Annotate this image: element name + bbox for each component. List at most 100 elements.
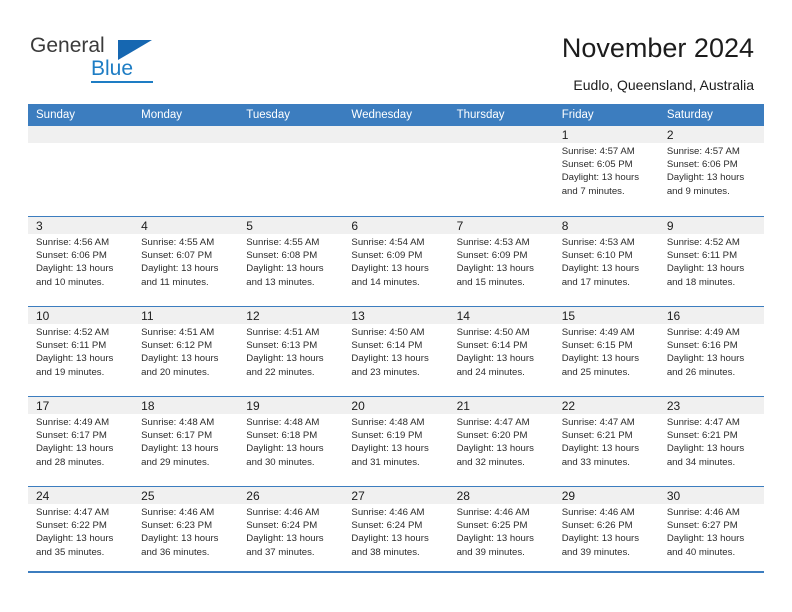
day-number: 16 xyxy=(666,309,681,323)
day-sun-info: Sunrise: 4:48 AM Sunset: 6:18 PM Daylight:… xyxy=(246,416,339,469)
day-sun-info: Sunrise: 4:55 AM Sunset: 6:07 PM Daylight:… xyxy=(141,236,234,289)
day-number: 18 xyxy=(141,399,155,413)
calendar-day-cell[interactable]: 1 Sunrise: 4:57 AM Sunset: 6:05 PM Daylight… xyxy=(553,126,659,215)
weekday-header-saturday: Saturday xyxy=(666,109,713,121)
calendar-day-cell[interactable]: 16 Sunrise: 4:49 AM Sunset: 6:16 PM Dayligh… xyxy=(658,307,764,396)
sunset-time: Sunset: 6:06 PM xyxy=(36,250,107,262)
day-number-band xyxy=(133,126,239,143)
calendar-day-cell[interactable]: 15 Sunrise: 4:49 AM Sunset: 6:15 PM Dayligh… xyxy=(553,307,659,396)
daylight-duration-line2: and 26 minutes. xyxy=(666,366,736,378)
day-number: 13 xyxy=(351,309,365,323)
daylight-duration-line2: and 30 minutes. xyxy=(246,456,315,468)
day-sun-info: Sunrise: 4:57 AM Sunset: 6:05 PM Daylight:… xyxy=(562,145,655,198)
daylight-duration-line1: Daylight: 13 hours xyxy=(246,443,324,455)
page-header: General Blue November 2024 Eudlo, Queens… xyxy=(0,0,792,100)
calendar-day-cell[interactable]: 13 Sunrise: 4:50 AM Sunset: 6:14 PM Dayligh… xyxy=(343,307,449,396)
calendar-day-cell[interactable]: 25 Sunrise: 4:46 AM Sunset: 6:23 PM Dayligh… xyxy=(133,487,239,576)
day-sun-info: Sunrise: 4:54 AM Sunset: 6:09 PM Daylight:… xyxy=(351,236,444,289)
day-number-band xyxy=(448,217,554,234)
daylight-duration-line1: Daylight: 13 hours xyxy=(36,353,114,365)
day-number-band xyxy=(238,217,344,234)
daylight-duration-line1: Daylight: 13 hours xyxy=(456,353,534,365)
calendar-day-cell[interactable]: 6 Sunrise: 4:54 AM Sunset: 6:09 PM Daylight… xyxy=(343,217,449,306)
daylight-duration-line1: Daylight: 13 hours xyxy=(561,263,640,275)
weekday-header-monday: Monday xyxy=(141,109,183,121)
daylight-duration-line2: and 23 minutes. xyxy=(351,366,420,378)
sunrise-time: Sunrise: 4:54 AM xyxy=(351,237,425,248)
daylight-duration-line1: Daylight: 13 hours xyxy=(141,443,219,455)
sunrise-time: Sunrise: 4:47 AM xyxy=(456,417,530,428)
calendar-day-cell[interactable]: 5 Sunrise: 4:55 AM Sunset: 6:08 PM Daylight… xyxy=(238,217,344,306)
day-sun-info: Sunrise: 4:57 AM Sunset: 6:06 PM Daylight:… xyxy=(667,145,760,198)
calendar-day-cell[interactable]: 21 Sunrise: 4:47 AM Sunset: 6:20 PM Dayligh… xyxy=(448,397,554,486)
calendar-day-cell[interactable]: 14 Sunrise: 4:50 AM Sunset: 6:14 PM Dayligh… xyxy=(448,307,554,396)
calendar-day-cell[interactable]: 30 Sunrise: 4:46 AM Sunset: 6:27 PM Dayligh… xyxy=(658,487,764,576)
sunrise-time: Sunrise: 4:48 AM xyxy=(246,417,320,428)
day-number: 19 xyxy=(246,399,260,413)
sunrise-time: Sunrise: 4:50 AM xyxy=(456,327,530,338)
daylight-duration-line1: Daylight: 13 hours xyxy=(351,533,429,545)
calendar-day-cell[interactable]: 18 Sunrise: 4:48 AM Sunset: 6:17 PM Dayligh… xyxy=(133,397,239,486)
calendar-day-cell[interactable]: 8 Sunrise: 4:53 AM Sunset: 6:10 PM Daylight… xyxy=(553,217,659,306)
day-number: 24 xyxy=(36,489,50,503)
calendar-day-cell[interactable]: 7 Sunrise: 4:53 AM Sunset: 6:09 PM Daylight… xyxy=(448,217,554,306)
weekday-header-row: Sunday Monday Tuesday Wednesday Thursday… xyxy=(28,104,764,126)
daylight-duration-line1: Daylight: 13 hours xyxy=(246,353,324,365)
day-sun-info: Sunrise: 4:46 AM Sunset: 6:24 PM Daylight:… xyxy=(246,506,339,559)
daylight-duration-line1: Daylight: 13 hours xyxy=(246,533,324,545)
sunset-time: Sunset: 6:09 PM xyxy=(456,250,528,262)
sunset-time: Sunset: 6:06 PM xyxy=(666,159,738,171)
day-sun-info: Sunrise: 4:46 AM Sunset: 6:23 PM Daylight:… xyxy=(141,506,234,559)
calendar-day-cell[interactable]: 29 Sunrise: 4:46 AM Sunset: 6:26 PM Dayligh… xyxy=(553,487,659,576)
daylight-duration-line1: Daylight: 13 hours xyxy=(561,172,640,184)
day-number: 20 xyxy=(351,399,365,413)
calendar-day-cell[interactable]: 26 Sunrise: 4:46 AM Sunset: 6:24 PM Dayligh… xyxy=(238,487,344,576)
calendar-day-cell[interactable]: 17 Sunrise: 4:49 AM Sunset: 6:17 PM Dayligh… xyxy=(28,397,134,486)
daylight-duration-line2: and 9 minutes. xyxy=(666,185,730,197)
calendar-day-cell[interactable]: 28 Sunrise: 4:46 AM Sunset: 6:25 PM Dayligh… xyxy=(448,487,554,576)
calendar-day-cell[interactable]: 9 Sunrise: 4:52 AM Sunset: 6:11 PM Daylight… xyxy=(658,217,764,306)
calendar-day-cell[interactable]: 22 Sunrise: 4:47 AM Sunset: 6:21 PM Dayligh… xyxy=(553,397,659,486)
calendar-day-cell-empty xyxy=(238,126,344,215)
day-sun-info: Sunrise: 4:48 AM Sunset: 6:17 PM Daylight:… xyxy=(141,416,234,469)
calendar-day-cell[interactable]: 12 Sunrise: 4:51 AM Sunset: 6:13 PM Dayligh… xyxy=(238,307,344,396)
calendar-day-cell[interactable]: 4 Sunrise: 4:55 AM Sunset: 6:07 PM Daylight… xyxy=(133,217,239,306)
calendar-day-cell[interactable]: 10 Sunrise: 4:52 AM Sunset: 6:11 PM Dayligh… xyxy=(28,307,134,396)
sunrise-time: Sunrise: 4:55 AM xyxy=(141,237,215,248)
daylight-duration-line1: Daylight: 13 hours xyxy=(246,263,324,275)
daylight-duration-line1: Daylight: 13 hours xyxy=(141,263,219,275)
logo-underline xyxy=(91,81,153,83)
daylight-duration-line2: and 11 minutes. xyxy=(141,276,209,288)
sunset-time: Sunset: 6:07 PM xyxy=(141,250,213,262)
day-number-band xyxy=(658,217,764,234)
day-number: 30 xyxy=(666,489,681,503)
calendar-day-cell-empty xyxy=(448,126,554,215)
daylight-duration-line2: and 20 minutes. xyxy=(141,366,210,378)
daylight-duration-line2: and 40 minutes. xyxy=(666,546,736,558)
day-number: 11 xyxy=(141,309,154,323)
day-number: 1 xyxy=(561,128,569,142)
day-sun-info: Sunrise: 4:52 AM Sunset: 6:11 PM Daylight:… xyxy=(667,236,760,289)
calendar-bottom-rule xyxy=(28,571,764,573)
weekday-header-sunday: Sunday xyxy=(36,109,76,121)
sunrise-time: Sunrise: 4:46 AM xyxy=(351,507,425,518)
sunset-time: Sunset: 6:25 PM xyxy=(456,520,528,532)
day-number: 22 xyxy=(561,399,576,413)
calendar-day-cell[interactable]: 2 Sunrise: 4:57 AM Sunset: 6:06 PM Daylight… xyxy=(658,126,764,215)
generalblue-logo[interactable]: General Blue xyxy=(30,34,180,90)
sunset-time: Sunset: 6:24 PM xyxy=(246,520,318,532)
day-number: 28 xyxy=(456,489,470,503)
calendar-day-cell[interactable]: 11 Sunrise: 4:51 AM Sunset: 6:12 PM Dayligh… xyxy=(133,307,239,396)
calendar-day-cell[interactable]: 23 Sunrise: 4:47 AM Sunset: 6:21 PM Dayligh… xyxy=(658,397,764,486)
calendar-day-cell[interactable]: 20 Sunrise: 4:48 AM Sunset: 6:19 PM Dayligh… xyxy=(343,397,449,486)
sunrise-time: Sunrise: 4:49 AM xyxy=(561,327,635,338)
daylight-duration-line2: and 34 minutes. xyxy=(666,456,736,468)
calendar-page: General Blue November 2024 Eudlo, Queens… xyxy=(0,0,792,612)
calendar-day-cell[interactable]: 3 Sunrise: 4:56 AM Sunset: 6:06 PM Daylight… xyxy=(28,217,134,306)
calendar-day-cell[interactable]: 19 Sunrise: 4:48 AM Sunset: 6:18 PM Dayligh… xyxy=(238,397,344,486)
calendar-day-cell[interactable]: 27 Sunrise: 4:46 AM Sunset: 6:24 PM Dayligh… xyxy=(343,487,449,576)
daylight-duration-line1: Daylight: 13 hours xyxy=(666,443,745,455)
sunset-time: Sunset: 6:12 PM xyxy=(141,340,213,352)
day-number: 8 xyxy=(561,219,569,233)
calendar-day-cell[interactable]: 24 Sunrise: 4:47 AM Sunset: 6:22 PM Dayligh… xyxy=(28,487,134,576)
